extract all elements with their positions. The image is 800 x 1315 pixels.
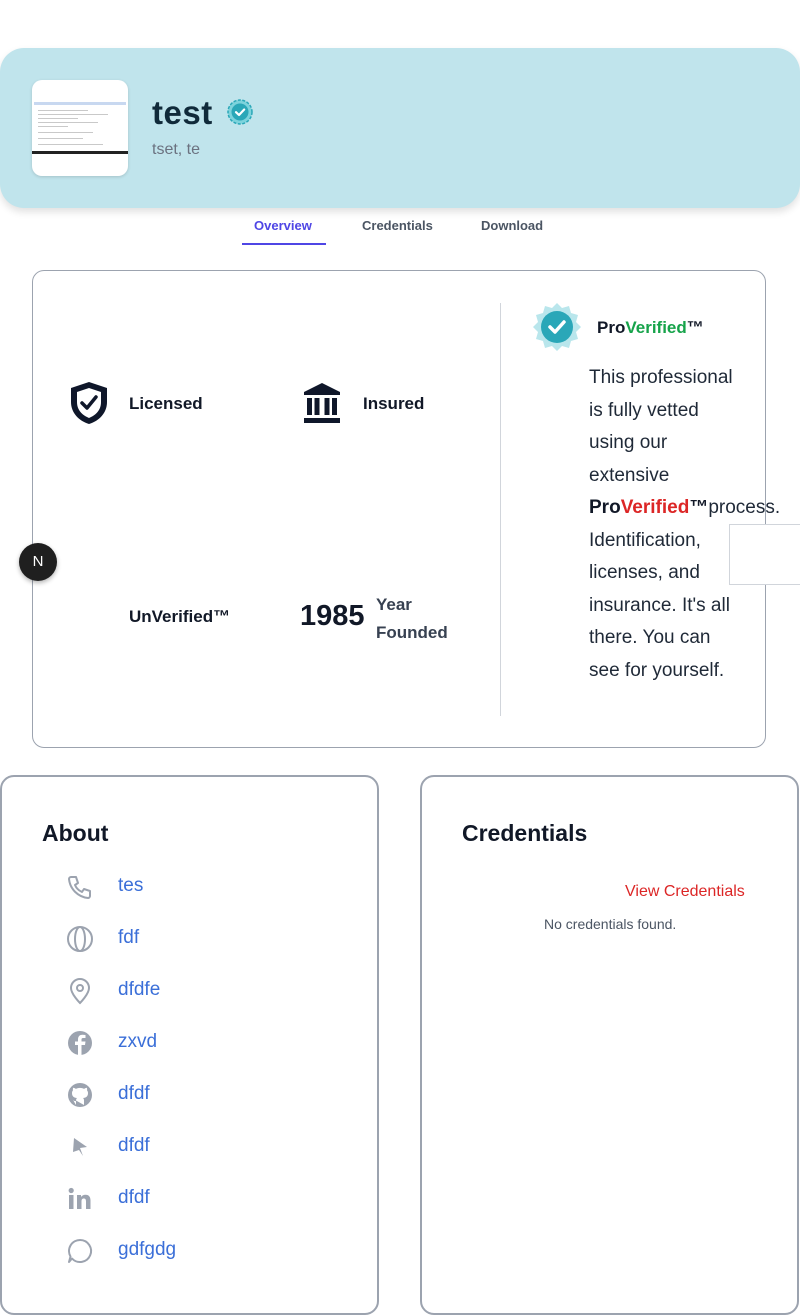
view-credentials-link[interactable]: View Credentials [625,883,745,901]
no-credentials-message: No credentials found. [544,916,677,932]
linkedin-icon [68,1187,91,1209]
website-value[interactable]: fdf [118,927,139,949]
tab-credentials[interactable]: Credentials [362,218,433,233]
active-tab-indicator [242,243,326,245]
profile-thumbnail [32,80,128,176]
bank-icon [304,383,340,423]
unverified-label: UnVerified™ [129,607,231,626]
arrow-link-value[interactable]: dfdf [118,1135,150,1157]
next-badge-button[interactable]: N [19,543,57,581]
facebook-value[interactable]: zxvd [118,1031,157,1053]
profile-name: test [152,94,213,131]
year-founded-label: Year Founded [376,595,448,642]
about-panel [0,775,379,1315]
tab-overview[interactable]: Overview [254,218,312,233]
shield-check-icon [71,382,107,424]
arrow-tag-icon [73,1138,87,1156]
phone-icon [68,876,91,899]
overview-divider [500,303,501,716]
about-title: About [42,820,109,846]
globe-icon [67,926,93,952]
credentials-title: Credentials [462,820,588,846]
insured-label: Insured [363,394,425,413]
phone-value[interactable]: tes [118,875,143,897]
side-popup-tab[interactable] [729,524,800,585]
credentials-panel [420,775,799,1315]
chat-bubble-icon [68,1238,93,1263]
year-founded-value: 1985 [300,600,365,632]
profile-header [0,48,800,208]
map-pin-icon [69,978,91,1005]
proverified-title: ProVerified™ [597,318,704,337]
github-value[interactable]: dfdf [118,1083,150,1105]
profile-subtitle: tset, te [152,141,201,158]
tab-download[interactable]: Download [481,218,543,233]
github-icon [68,1083,92,1107]
verified-badge-icon [227,99,253,125]
chat-value[interactable]: gdfgdg [118,1239,176,1261]
facebook-icon [68,1031,92,1055]
proverified-seal-icon [533,303,581,351]
location-value[interactable]: dfdfe [118,979,160,1001]
linkedin-value[interactable]: dfdf [118,1187,150,1209]
licensed-label: Licensed [129,394,203,413]
proverified-description: This professional is fully vetted using … [589,367,781,681]
